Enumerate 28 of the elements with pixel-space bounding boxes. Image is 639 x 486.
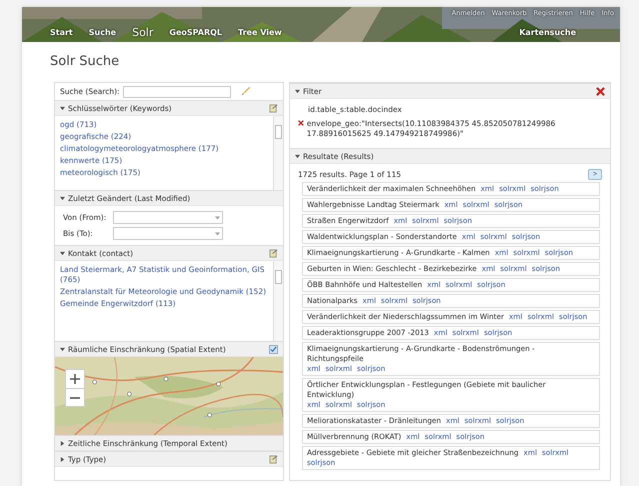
expanded-arrow-icon[interactable] (60, 250, 65, 256)
plus-icon (70, 374, 80, 384)
expanded-arrow-icon[interactable] (60, 106, 65, 110)
notepad-icon[interactable] (269, 454, 278, 464)
nav-item[interactable]: Suche (88, 28, 116, 37)
nav-item[interactable]: GeoSPARQL (169, 28, 222, 37)
checkmark-icon (270, 346, 277, 352)
close-icon[interactable] (596, 86, 605, 96)
nav-item[interactable]: Start (50, 28, 73, 37)
expanded-arrow-icon[interactable] (295, 88, 300, 94)
date-field[interactable] (113, 227, 223, 240)
date-field[interactable] (113, 211, 223, 224)
collapsed-arrow-icon[interactable] (60, 456, 65, 462)
expanded-arrow-icon[interactable] (60, 196, 65, 200)
expanded-arrow-icon[interactable] (60, 346, 65, 352)
scrollbar[interactable] (273, 116, 283, 190)
nav-item[interactable]: Solr (132, 26, 154, 39)
page-title: Solr Suche (49, 53, 120, 71)
expanded-arrow-icon[interactable] (295, 154, 300, 158)
search-field[interactable] (122, 86, 231, 98)
scrollbar[interactable] (273, 261, 283, 341)
notepad-icon[interactable] (269, 248, 278, 258)
collapsed-arrow-icon[interactable] (60, 440, 65, 446)
notepad-icon[interactable] (269, 104, 278, 112)
checkbox[interactable] (269, 344, 278, 354)
close-icon[interactable] (298, 119, 304, 127)
zoom-out-button[interactable] (66, 388, 84, 406)
nav-item[interactable]: Kartensuche (519, 28, 576, 37)
